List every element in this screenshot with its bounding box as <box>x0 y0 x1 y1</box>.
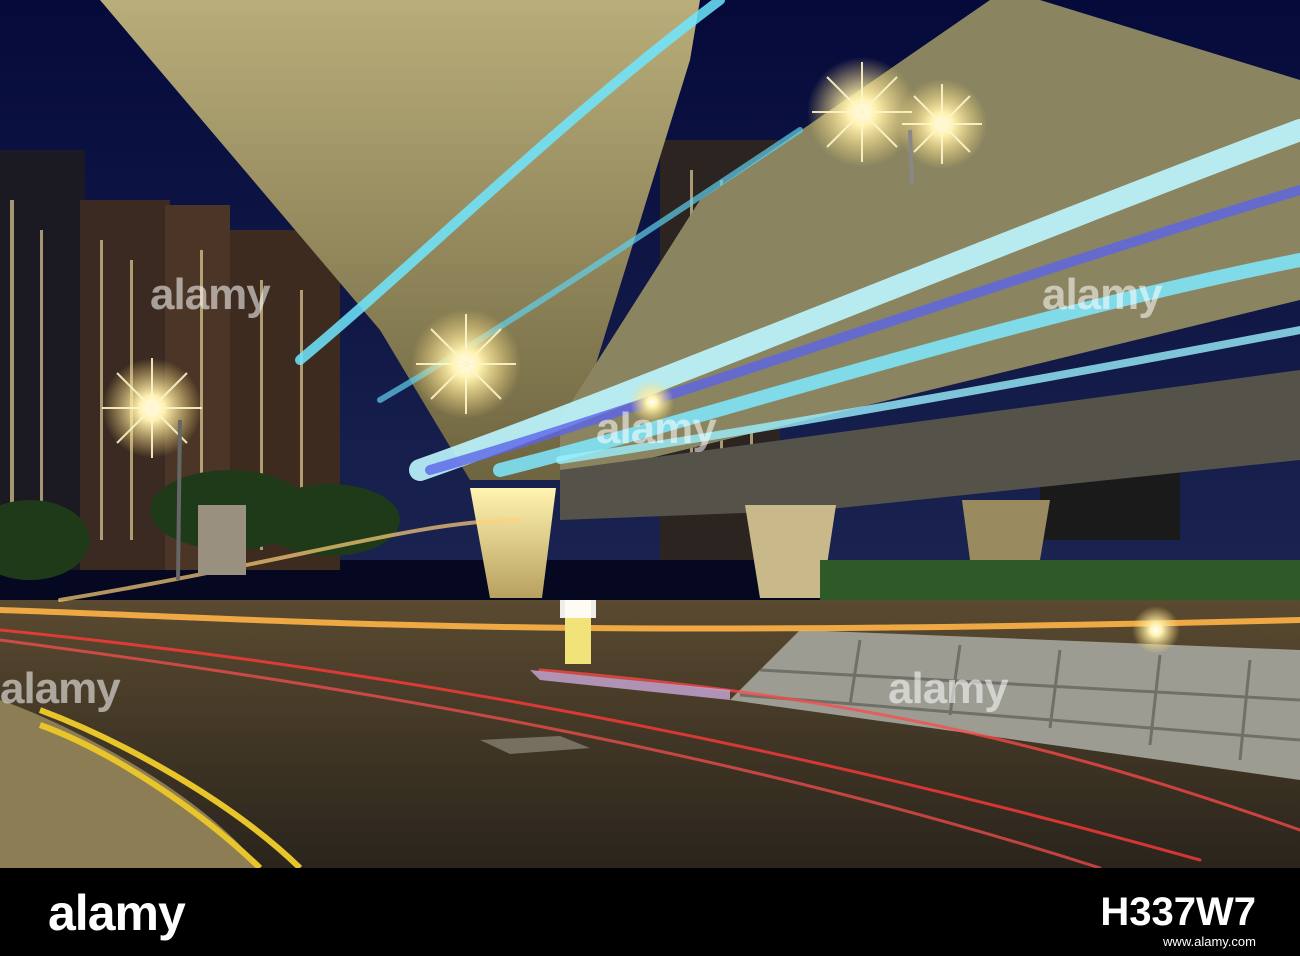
road-sign <box>198 505 246 575</box>
bridge-pillar-center <box>470 488 556 598</box>
night-flyover-photo: alamy alamy alamy alamy alamy <box>0 0 1300 868</box>
stock-photo-frame: alamy alamy alamy alamy alamy alamy H337… <box>0 0 1300 956</box>
watermark-overlay: alamy <box>1042 270 1163 319</box>
image-code: H337W7 <box>1100 890 1256 934</box>
watermark-overlay: alamy <box>0 664 121 713</box>
bridge-pillar-far <box>962 500 1050 560</box>
watermark-overlay: alamy <box>888 664 1009 713</box>
watermark-overlay: alamy <box>596 404 717 453</box>
site-url: www.alamy.com <box>1163 934 1256 949</box>
watermark-overlay: alamy <box>150 270 271 319</box>
brand-logo: alamy <box>48 885 186 941</box>
watermark-banner: alamy H337W7 www.alamy.com <box>0 868 1300 956</box>
